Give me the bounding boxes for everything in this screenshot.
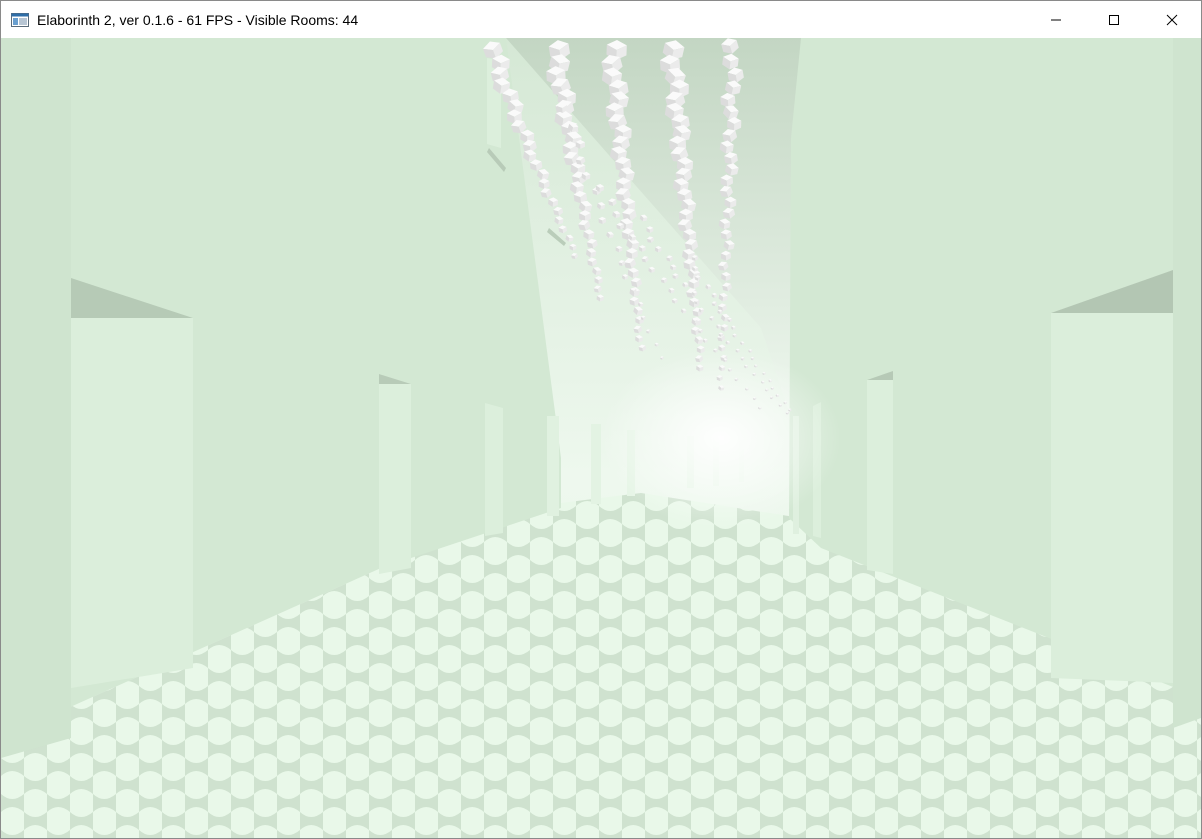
game-viewport[interactable] — [1, 38, 1201, 838]
maximize-icon — [1109, 14, 1119, 25]
doorway — [1051, 270, 1173, 683]
distant-light — [601, 348, 841, 528]
maximize-button[interactable] — [1085, 1, 1143, 38]
window-controls — [1027, 1, 1201, 38]
doorway — [379, 374, 411, 574]
doorway — [71, 278, 193, 688]
doorway — [867, 371, 893, 574]
window-title: Elaborinth 2, ver 0.1.6 - 61 FPS - Visib… — [37, 11, 359, 28]
close-icon — [1166, 14, 1178, 25]
minimize-button[interactable] — [1027, 1, 1085, 38]
minimize-icon — [1051, 19, 1061, 20]
close-button[interactable] — [1143, 1, 1201, 38]
corridor-scene — [1, 38, 1201, 838]
app-window-icon — [11, 12, 29, 27]
game-window: Elaborinth 2, ver 0.1.6 - 61 FPS - Visib… — [0, 0, 1202, 839]
doorway — [485, 403, 503, 536]
title-bar[interactable]: Elaborinth 2, ver 0.1.6 - 61 FPS - Visib… — [1, 1, 1201, 38]
